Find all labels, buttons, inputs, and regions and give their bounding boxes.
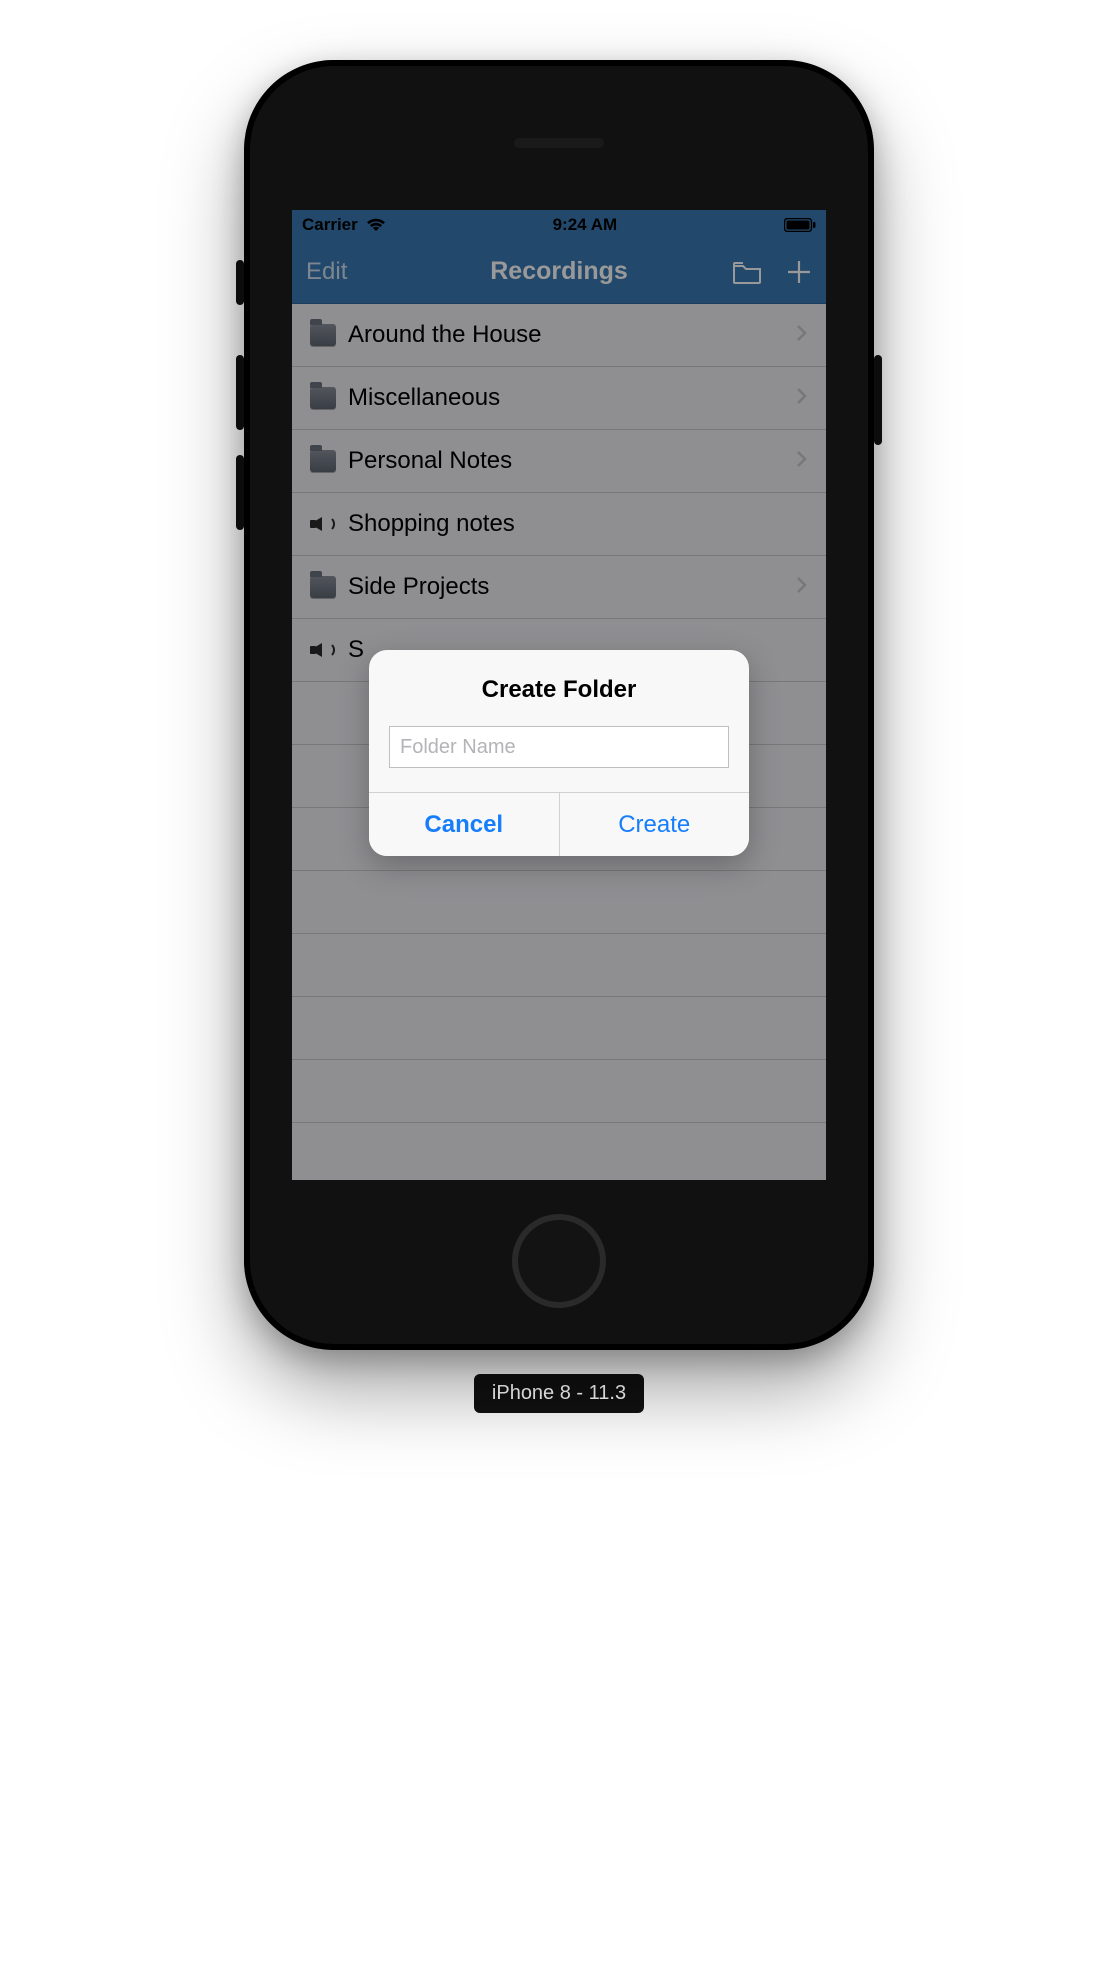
create-button[interactable]: Create xyxy=(559,793,750,856)
volume-down-button xyxy=(236,455,244,530)
power-button xyxy=(874,355,882,445)
mute-switch xyxy=(236,260,244,305)
earpiece-speaker xyxy=(514,138,604,148)
home-button[interactable] xyxy=(512,1214,606,1308)
create-folder-dialog: Create Folder Cancel Create xyxy=(369,650,749,856)
device-frame: Carrier 9:24 AM xyxy=(244,60,874,1350)
screen: Carrier 9:24 AM xyxy=(292,210,826,1180)
cancel-button[interactable]: Cancel xyxy=(369,793,559,856)
simulator-label: iPhone 8 - 11.3 xyxy=(474,1374,644,1413)
folder-name-input[interactable] xyxy=(389,726,729,768)
volume-up-button xyxy=(236,355,244,430)
dialog-title: Create Folder xyxy=(369,650,749,722)
